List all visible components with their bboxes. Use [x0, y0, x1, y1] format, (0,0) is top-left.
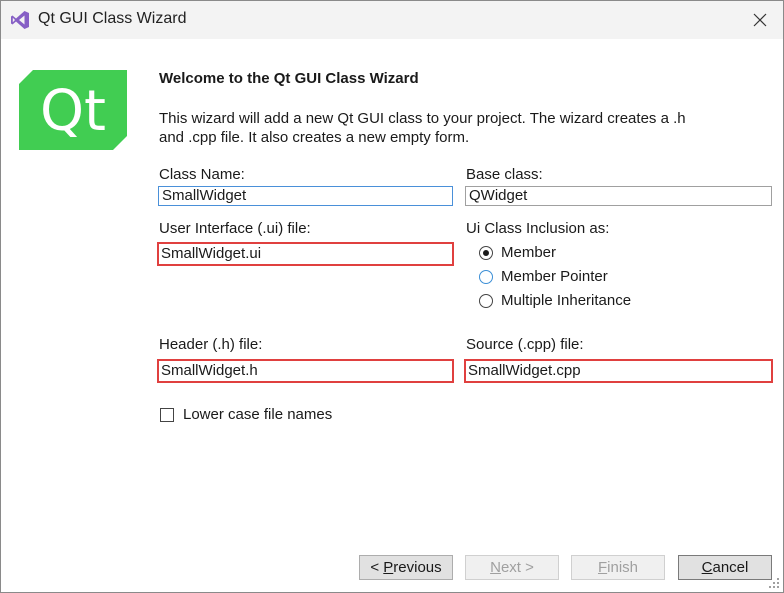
radio-member-pointer-label: Member Pointer — [501, 268, 608, 285]
lowercase-checkbox-label: Lower case file names — [183, 406, 333, 423]
visual-studio-icon — [11, 11, 29, 29]
radio-member-pointer[interactable]: Member Pointer — [479, 268, 608, 285]
wizard-window: Qt GUI Class Wizard Qt Welcome to the Qt… — [0, 0, 784, 593]
description-line-1: This wizard will add a new Qt GUI class … — [159, 110, 686, 127]
page-heading: Welcome to the Qt GUI Class Wizard — [159, 70, 419, 87]
finish-button-mnemonic: F — [597, 559, 608, 576]
header-file-input[interactable]: SmallWidget.h — [157, 359, 454, 383]
radio-multiple-inheritance-indicator[interactable] — [479, 293, 493, 308]
window-title: Qt GUI Class Wizard — [38, 10, 187, 27]
source-file-input[interactable]: SmallWidget.cpp — [464, 359, 773, 383]
previous-button-mnemonic: P — [383, 559, 394, 576]
next-button[interactable]: Next > — [465, 555, 559, 580]
ui-file-label: User Interface (.ui) file: — [159, 220, 311, 237]
finish-button[interactable]: Finish — [571, 555, 665, 580]
description-line-2: and .cpp file. It also creates a new emp… — [159, 129, 470, 146]
radio-multiple-inheritance-label: Multiple Inheritance — [501, 292, 632, 309]
cancel-button[interactable]: Cancel — [678, 555, 772, 580]
close-button[interactable] — [737, 1, 783, 39]
previous-button-prefix: < — [370, 559, 384, 576]
ui-file-input[interactable]: SmallWidget.ui — [157, 242, 454, 266]
radio-member-indicator[interactable] — [479, 245, 493, 260]
next-button-mnemonic: N — [490, 559, 501, 576]
lowercase-checkbox[interactable] — [160, 407, 174, 422]
cancel-button-label: ancel — [712, 559, 749, 576]
title-bar[interactable]: Qt GUI Class Wizard — [1, 1, 783, 39]
close-icon — [753, 13, 767, 27]
resize-grip-icon[interactable] — [768, 577, 780, 589]
previous-button[interactable]: < Previous — [359, 555, 453, 580]
qt-logo-text: Qt — [40, 79, 106, 144]
next-button-label: ext > — [500, 559, 534, 576]
page-description: This wizard will add a new Qt GUI class … — [159, 109, 759, 147]
inclusion-label: Ui Class Inclusion as: — [466, 220, 610, 237]
base-class-label: Base class: — [466, 166, 543, 183]
cancel-button-mnemonic: C — [701, 559, 713, 576]
radio-member[interactable]: Member — [479, 244, 556, 261]
source-file-label: Source (.cpp) file: — [466, 336, 584, 353]
radio-multiple-inheritance[interactable]: Multiple Inheritance — [479, 292, 631, 309]
header-file-label: Header (.h) file: — [159, 336, 263, 353]
radio-member-pointer-indicator[interactable] — [479, 269, 493, 284]
base-class-input[interactable]: QWidget — [465, 186, 772, 206]
class-name-label: Class Name: — [159, 166, 245, 183]
qt-logo: Qt — [19, 70, 127, 150]
radio-member-label: Member — [501, 244, 557, 261]
previous-button-label: revious — [393, 559, 442, 576]
finish-button-label: inish — [607, 559, 639, 576]
lowercase-checkbox-row[interactable]: Lower case file names — [160, 406, 332, 423]
class-name-input[interactable]: SmallWidget — [158, 186, 453, 206]
